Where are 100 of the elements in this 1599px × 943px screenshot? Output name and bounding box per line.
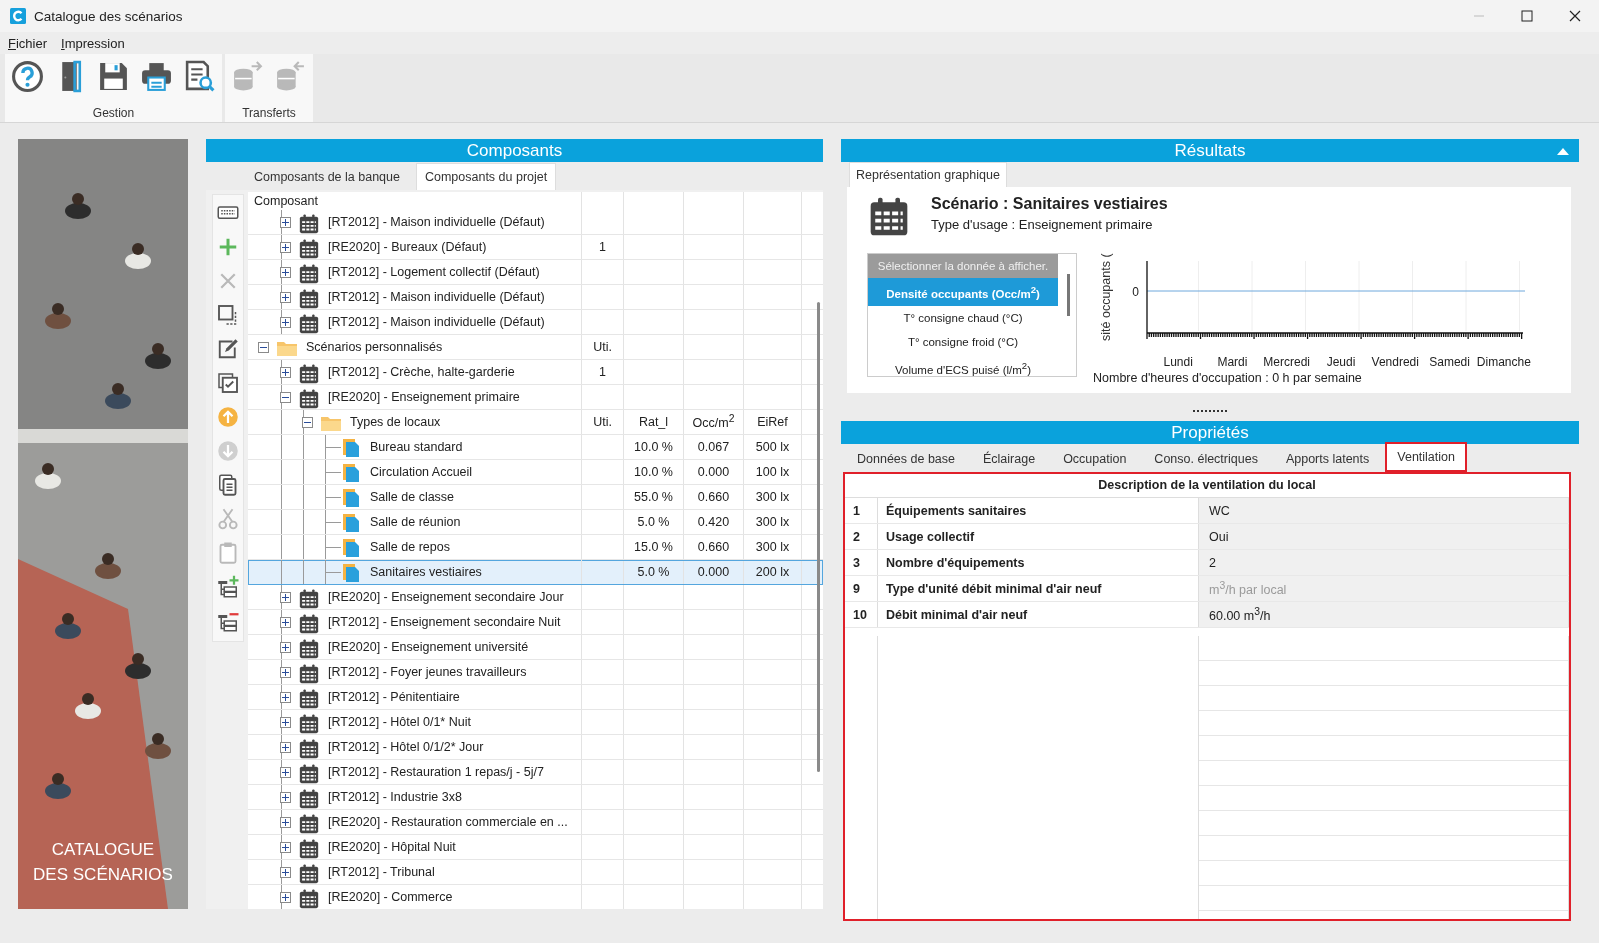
- table-cell: 0.420: [697, 515, 730, 529]
- column-header: Uti.: [593, 340, 612, 354]
- axis-tick-label: Samedi: [1428, 355, 1471, 369]
- expand-icon[interactable]: [280, 692, 291, 703]
- edit-icon[interactable]: [216, 337, 240, 361]
- tree-row[interactable]: [RE2020] - Enseignement primaire: [248, 385, 823, 410]
- expand-icon[interactable]: [280, 242, 291, 253]
- expand-icon[interactable]: [280, 842, 291, 853]
- tree-row[interactable]: [RT2012] - Logement collectif (Défaut): [248, 260, 823, 285]
- tab[interactable]: Données de base: [845, 444, 967, 472]
- tree-item-label: [RE2020] - Commerce: [328, 890, 453, 904]
- tab[interactable]: Apports latents: [1273, 444, 1382, 472]
- tree-row[interactable]: Salle de classe 55.0 % 0.660 300 lx: [248, 485, 823, 510]
- tree-row[interactable]: [RT2012] - Maison individuelle (Défaut): [248, 310, 823, 335]
- expand-icon[interactable]: [280, 667, 291, 678]
- tree-item-label: [RT2012] - Hôtel 0/1* Nuit: [328, 715, 471, 729]
- expand-icon[interactable]: [280, 617, 291, 628]
- tree-row[interactable]: Circulation Accueil 10.0 % 0.000 100 lx: [248, 460, 823, 485]
- expand-icon[interactable]: [280, 892, 291, 903]
- tree-row[interactable]: [RE2020] - Bureaux (Défaut) 1: [248, 235, 823, 260]
- expand-icon[interactable]: [280, 292, 291, 303]
- tab[interactable]: Représentation graphique: [849, 162, 1007, 187]
- tree-row[interactable]: [RE2020] - Commerce: [248, 885, 823, 909]
- table-cell: 300 lx: [755, 490, 790, 504]
- expand-icon[interactable]: [280, 367, 291, 378]
- tree-item-label: [RT2012] - Pénitentiaire: [328, 690, 460, 704]
- expand-icon[interactable]: [280, 217, 291, 228]
- tree-row[interactable]: [RT2012] - Restauration 1 repas/j - 5j/7: [248, 760, 823, 785]
- calendar-icon: [298, 638, 320, 660]
- calendar-icon: [298, 788, 320, 810]
- tree-row[interactable]: [RT2012] - Maison individuelle (Défaut): [248, 285, 823, 310]
- collapse-icon[interactable]: [258, 342, 269, 353]
- property-name: Nombre d'équipements: [886, 555, 1025, 570]
- calendar-icon: [298, 713, 320, 735]
- printer-icon[interactable]: [140, 60, 173, 93]
- tab[interactable]: Ventilation: [1385, 442, 1467, 472]
- expand-icon[interactable]: [280, 267, 291, 278]
- tree-row[interactable]: [RE2020] - Restauration commerciale en ...: [248, 810, 823, 835]
- expand-icon[interactable]: [280, 792, 291, 803]
- tree-row[interactable]: [RT2012] - Hôtel 0/1* Nuit: [248, 710, 823, 735]
- tab[interactable]: Composants du projet: [415, 163, 557, 190]
- document-search-icon[interactable]: [183, 60, 216, 93]
- tree-row[interactable]: Types de locaux Uti. Rat_l Occ/m$^{2}$ EiRef: [248, 410, 823, 435]
- tab[interactable]: Composants de la banque: [246, 164, 408, 190]
- tree-item-label: [RT2012] - Tribunal: [328, 865, 435, 879]
- tree-row[interactable]: [RT2012] - Maison individuelle (Défaut): [248, 210, 823, 235]
- close-icon[interactable]: [1569, 10, 1581, 22]
- tree-row[interactable]: [RT2012] - Industrie 3x8: [248, 785, 823, 810]
- menu-item[interactable]: Fichier: [8, 35, 48, 51]
- list-header: Sélectionner la donnée à afficher.: [868, 254, 1058, 278]
- checklist-icon[interactable]: [216, 371, 240, 395]
- tree-item-label: Bureau standard: [370, 440, 463, 454]
- tab[interactable]: Conso. électriques: [1142, 444, 1270, 472]
- scrollbar-thumb[interactable]: [817, 302, 820, 772]
- help-icon[interactable]: [11, 60, 44, 93]
- tree-add-icon[interactable]: [216, 575, 240, 599]
- tree-row[interactable]: Scénarios personnalisés Uti.: [248, 335, 823, 360]
- scrollbar-thumb[interactable]: [1067, 274, 1070, 316]
- tree-row[interactable]: [RT2012] - Crèche, halte-garderie 1: [248, 360, 823, 385]
- tree-row[interactable]: [RE2020] - Enseignement université: [248, 635, 823, 660]
- tree-row[interactable]: Sanitaires vestiaires 5.0 % 0.000 200 lx: [248, 560, 823, 585]
- property-value: Oui: [1209, 529, 1229, 544]
- collapse-icon[interactable]: [280, 392, 291, 403]
- expand-icon[interactable]: [280, 592, 291, 603]
- table-cell: 15.0 %: [634, 540, 673, 554]
- expand-icon[interactable]: [280, 867, 291, 878]
- maximize-icon[interactable]: [1521, 10, 1533, 22]
- menu-item[interactable]: Impression: [61, 35, 125, 51]
- table-cell: 0.000: [697, 465, 730, 479]
- tree-row[interactable]: [RT2012] - Hôtel 0/1/2* Jour: [248, 735, 823, 760]
- tab[interactable]: Occupation: [1051, 444, 1139, 472]
- tree-item-label: Salle de classe: [370, 490, 455, 504]
- table-cell: 1: [599, 240, 606, 254]
- expand-icon[interactable]: [280, 642, 291, 653]
- tree-item-label: Types de locaux: [350, 415, 441, 429]
- tree-row[interactable]: [RE2020] - Hôpital Nuit: [248, 835, 823, 860]
- tree-row[interactable]: Salle de réunion 5.0 % 0.420 300 lx: [248, 510, 823, 535]
- expand-icon[interactable]: [280, 742, 291, 753]
- tree-item-label: [RT2012] - Logement collectif (Défaut): [328, 265, 540, 279]
- property-name: Type d'unité débit minimal d'air neuf: [886, 581, 1102, 596]
- tree-row[interactable]: [RT2012] - Pénitentiaire: [248, 685, 823, 710]
- calendar-icon: [298, 613, 320, 635]
- tree-item-label: [RE2020] - Restauration commerciale en ...: [328, 815, 568, 829]
- app-logo-icon: [10, 8, 26, 24]
- tree-row[interactable]: [RT2012] - Foyer jeunes travailleurs: [248, 660, 823, 685]
- collapse-icon[interactable]: [302, 417, 313, 428]
- expand-icon[interactable]: [280, 317, 291, 328]
- tree-row[interactable]: [RE2020] - Enseignement secondaire Jour: [248, 585, 823, 610]
- column-header: EiRef: [757, 415, 788, 429]
- tab[interactable]: Éclairage: [971, 444, 1048, 472]
- tree-row[interactable]: [RT2012] - Enseignement secondaire Nuit: [248, 610, 823, 635]
- expand-icon[interactable]: [280, 717, 291, 728]
- toolbar-group-label: Gestion: [92, 106, 135, 120]
- save-icon[interactable]: [97, 60, 130, 93]
- tree-row[interactable]: Bureau standard 10.0 % 0.067 500 lx: [248, 435, 823, 460]
- expand-icon[interactable]: [280, 767, 291, 778]
- expand-icon[interactable]: [280, 817, 291, 828]
- tree-row[interactable]: [RT2012] - Tribunal: [248, 860, 823, 885]
- tree-item-label: [RT2012] - Enseignement secondaire Nuit: [328, 615, 561, 629]
- tree-item-label: Sanitaires vestiaires: [370, 565, 482, 579]
